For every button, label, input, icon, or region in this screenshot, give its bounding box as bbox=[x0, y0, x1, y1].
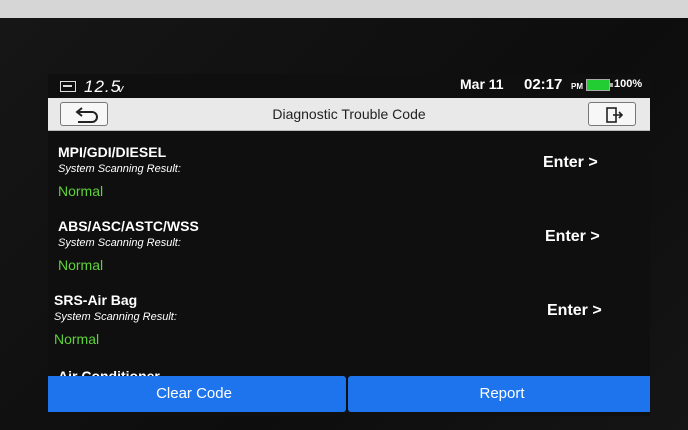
system-result-label: System Scanning Result: bbox=[58, 237, 181, 249]
system-status: Normal bbox=[54, 331, 100, 347]
status-ampm: PM bbox=[571, 82, 583, 91]
page-title: Diagnostic Trouble Code bbox=[272, 106, 426, 122]
car-battery-icon bbox=[60, 81, 76, 92]
title-bar: Diagnostic Trouble Code bbox=[48, 98, 650, 131]
system-item-air-conditioner[interactable]: Air Conditioner bbox=[58, 368, 160, 376]
battery-percent: 100% bbox=[614, 78, 643, 90]
system-name: MPI/GDI/DIESEL bbox=[58, 144, 167, 160]
system-result-label: System Scanning Result: bbox=[54, 311, 177, 323]
system-item-mpi-gdi-diesel: MPI/GDI/DIESEL System Scanning Result: N… bbox=[48, 130, 650, 204]
voltage-unit: v bbox=[118, 83, 124, 95]
system-item-abs: ABS/ASC/ASTC/WSS System Scanning Result:… bbox=[48, 204, 650, 278]
system-result-label: System Scanning Result: bbox=[58, 163, 181, 175]
photo-background bbox=[0, 0, 688, 18]
enter-button-mpi-gdi-diesel[interactable]: Enter > bbox=[543, 154, 598, 172]
system-name: SRS-Air Bag bbox=[54, 292, 138, 308]
battery-level-icon bbox=[586, 79, 613, 91]
status-bar: 12.5 v Mar 11 02:17 PM 100% bbox=[48, 74, 650, 98]
clear-code-button[interactable]: Clear Code bbox=[48, 376, 346, 412]
exit-button[interactable] bbox=[588, 102, 636, 126]
status-time: 02:17 bbox=[524, 76, 563, 93]
system-list: MPI/GDI/DIESEL System Scanning Result: N… bbox=[48, 130, 650, 376]
bottom-action-bar: Clear Code Report bbox=[48, 376, 650, 412]
report-button[interactable]: Report bbox=[348, 376, 650, 412]
enter-button-abs[interactable]: Enter > bbox=[545, 228, 600, 246]
exit-icon bbox=[606, 107, 624, 123]
system-status: Normal bbox=[58, 257, 104, 273]
system-status: Normal bbox=[58, 183, 104, 199]
system-item-srs-airbag: SRS-Air Bag System Scanning Result: Norm… bbox=[48, 278, 650, 352]
device-screen: 12.5 v Mar 11 02:17 PM 100% Diagnostic T… bbox=[48, 74, 650, 416]
voltage-value: 12.5 bbox=[84, 77, 122, 96]
status-date: Mar 11 bbox=[460, 76, 504, 92]
enter-button-srs-airbag[interactable]: Enter > bbox=[547, 302, 602, 320]
system-name: ABS/ASC/ASTC/WSS bbox=[58, 218, 199, 234]
